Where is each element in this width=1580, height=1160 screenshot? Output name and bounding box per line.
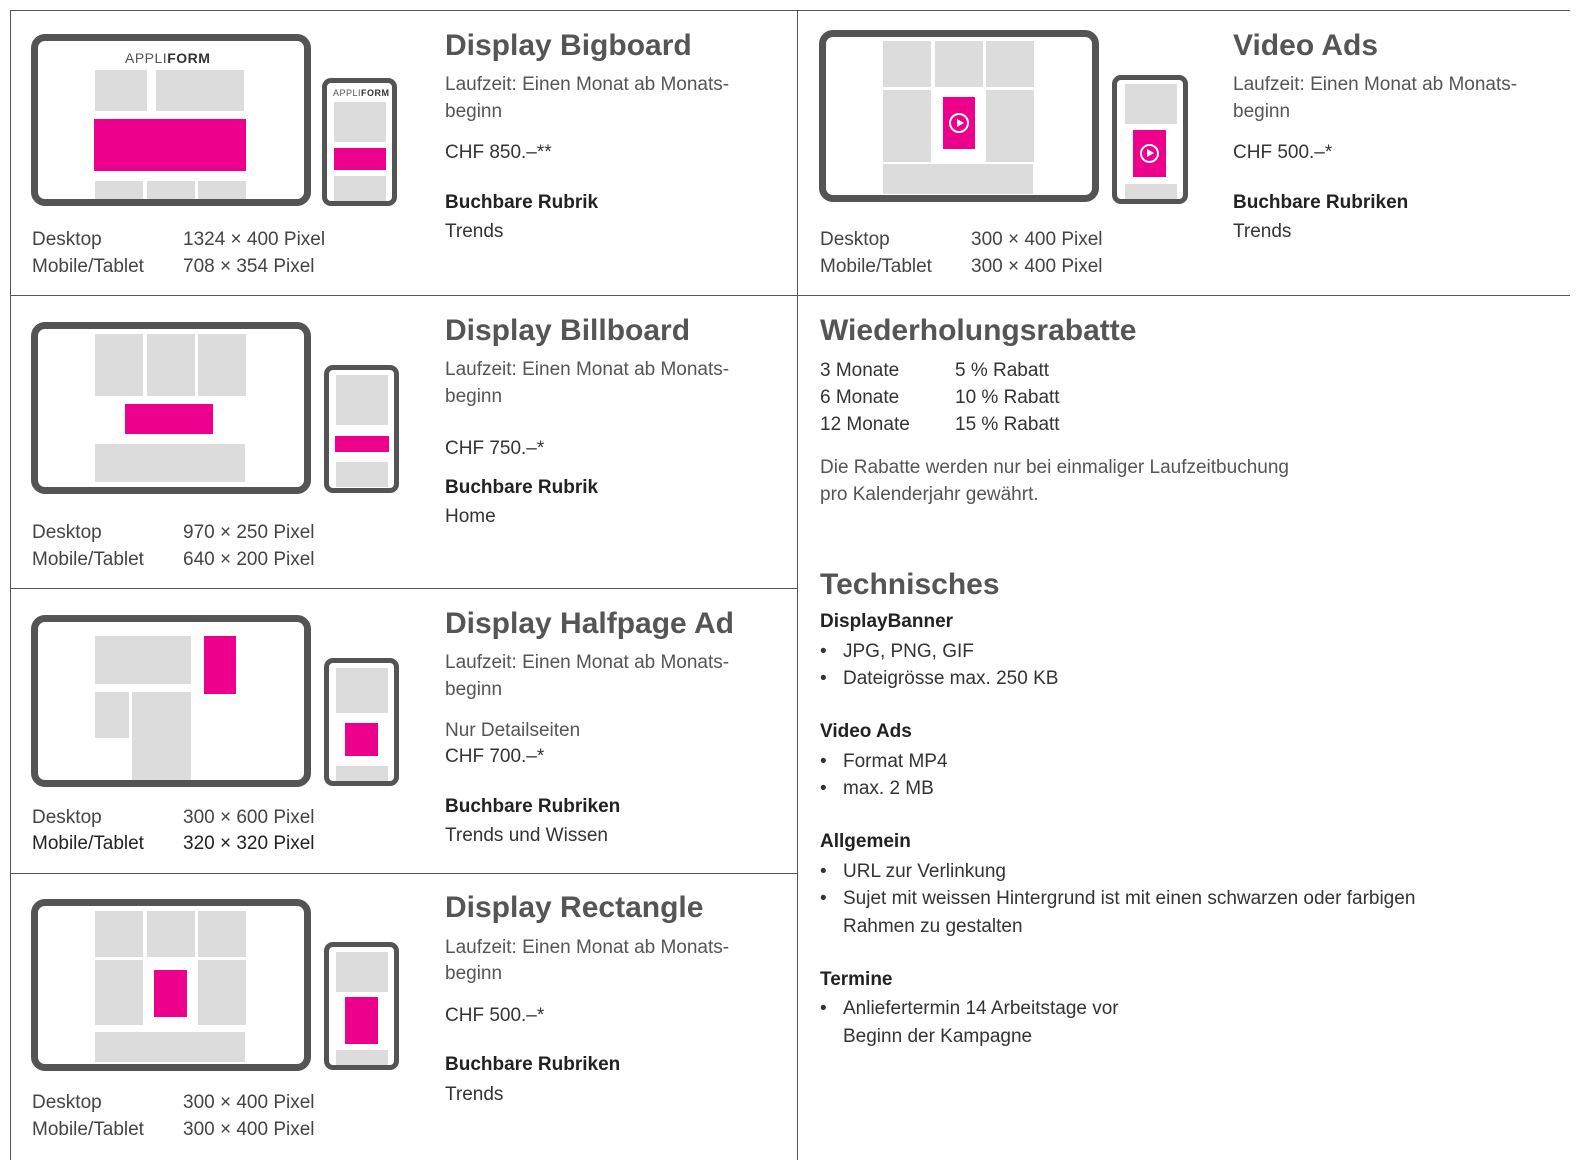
runtime-line-1: Laufzeit: Einen Monat ab Monats-	[445, 359, 730, 380]
mobile-label: Mobile/Tablet	[32, 833, 144, 854]
discounts-title: Wiederholungsrabatte	[820, 314, 1137, 347]
tech-heading-dates: Termine	[820, 969, 893, 990]
desktop-size: 1324 × 400 Pixel	[183, 229, 326, 250]
desktop-size: 300 × 400 Pixel	[971, 229, 1103, 250]
rubric-value: Trends	[445, 1084, 504, 1105]
play-icon	[949, 113, 969, 133]
mobile-label: Mobile/Tablet	[32, 549, 144, 570]
desktop-label: Desktop	[32, 807, 102, 828]
rubric-label: Buchbare Rubriken	[445, 1054, 621, 1075]
ad-title: Display Rectangle	[445, 891, 704, 924]
rubric-value: Trends	[445, 221, 504, 242]
mobile-mockup	[324, 942, 399, 1070]
runtime-line-2: beginn	[445, 963, 503, 984]
ad-placement	[204, 636, 236, 694]
ad-title: Display Billboard	[445, 314, 691, 347]
mobile-size: 320 × 320 Pixel	[183, 833, 315, 854]
price: CHF 500.–*	[1233, 142, 1333, 163]
discount-rate: 15 % Rabatt	[955, 414, 1060, 435]
discount-rate: 10 % Rabatt	[955, 387, 1060, 408]
ad-title: Video Ads	[1233, 29, 1379, 62]
divider-row-3	[10, 873, 798, 874]
ad-placement	[94, 119, 246, 171]
logo: APPLIFORM	[125, 50, 211, 66]
desktop-mockup: APPLIFORM	[31, 34, 311, 206]
discount-period: 6 Monate	[820, 387, 900, 408]
price: CHF 500.–*	[445, 1005, 545, 1026]
desktop-label: Desktop	[32, 229, 102, 250]
rubric-value: Home	[445, 506, 496, 527]
rubric-value: Trends und Wissen	[445, 825, 608, 846]
ad-placement	[154, 970, 187, 1017]
discount-note-1: Die Rabatte werden nur bei einmaliger La…	[820, 457, 1289, 478]
desktop-label: Desktop	[32, 522, 102, 543]
mobile-size: 300 × 400 Pixel	[971, 256, 1103, 277]
ad-placement-mobile	[335, 436, 389, 452]
mobile-mockup	[324, 365, 399, 493]
mobile-label: Mobile/Tablet	[820, 256, 932, 277]
tech-heading-displaybanner: DisplayBanner	[820, 611, 954, 632]
runtime-line-1: Laufzeit: Einen Monat ab Monats-	[1233, 74, 1518, 95]
ad-placement-mobile	[334, 148, 386, 170]
discount-period: 3 Monate	[820, 360, 900, 381]
mobile-size: 300 × 400 Pixel	[183, 1119, 315, 1140]
rubric-label: Buchbare Rubrik	[445, 192, 599, 213]
rubric-label: Buchbare Rubrik	[445, 477, 599, 498]
desktop-mockup	[31, 899, 311, 1071]
technical-title: Technisches	[820, 568, 1000, 601]
mobile-mockup	[324, 658, 399, 786]
play-icon-mobile	[1140, 144, 1159, 163]
desktop-size: 300 × 600 Pixel	[183, 807, 315, 828]
mobile-label: Mobile/Tablet	[32, 256, 144, 277]
price: CHF 850.–**	[445, 142, 552, 163]
price: CHF 750.–*	[445, 438, 545, 459]
note: Nur Detailseiten	[445, 720, 581, 741]
video-placement-mobile	[1133, 130, 1166, 177]
border-left	[10, 10, 11, 1160]
desktop-mockup	[31, 322, 311, 494]
ad-placement-mobile	[345, 723, 378, 756]
mobile-mockup: APPLIFORM	[322, 78, 397, 206]
discount-period: 12 Monate	[820, 414, 910, 435]
ad-placement-mobile	[345, 997, 378, 1044]
mobile-size: 708 × 354 Pixel	[183, 256, 315, 277]
desktop-size: 970 × 250 Pixel	[183, 522, 315, 543]
divider-row-2	[10, 588, 798, 589]
mobile-mockup	[1112, 75, 1188, 204]
runtime-line-2: beginn	[445, 386, 503, 407]
rubric-label: Buchbare Rubriken	[445, 796, 621, 817]
runtime-line-1: Laufzeit: Einen Monat ab Monats-	[445, 937, 730, 958]
desktop-mockup	[31, 615, 311, 787]
runtime-line-2: beginn	[445, 101, 503, 122]
discount-rate: 5 % Rabatt	[955, 360, 1049, 381]
runtime-line-1: Laufzeit: Einen Monat ab Monats-	[445, 652, 730, 673]
ad-placement	[125, 404, 213, 434]
desktop-size: 300 × 400 Pixel	[183, 1092, 315, 1113]
logo-small: APPLIFORM	[333, 88, 390, 98]
desktop-label: Desktop	[820, 229, 890, 250]
runtime-line-2: beginn	[1233, 101, 1291, 122]
ad-title: Display Halfpage Ad	[445, 607, 734, 640]
mobile-size: 640 × 200 Pixel	[183, 549, 315, 570]
border-top	[10, 10, 1570, 11]
rubric-value: Trends	[1233, 221, 1292, 242]
desktop-label: Desktop	[32, 1092, 102, 1113]
ad-title: Display Bigboard	[445, 29, 692, 62]
desktop-mockup	[819, 30, 1099, 202]
tech-heading-video: Video Ads	[820, 721, 912, 742]
runtime-line-2: beginn	[445, 679, 503, 700]
video-placement	[943, 97, 975, 149]
divider-vertical	[797, 10, 798, 1160]
price: CHF 700.–*	[445, 746, 545, 767]
rubric-label: Buchbare Rubriken	[1233, 192, 1409, 213]
mobile-label: Mobile/Tablet	[32, 1119, 144, 1140]
divider-row-1	[10, 295, 1570, 296]
discount-note-2: pro Kalenderjahr gewährt.	[820, 484, 1039, 505]
runtime-line-1: Laufzeit: Einen Monat ab Monats-	[445, 74, 730, 95]
tech-heading-general: Allgemein	[820, 831, 911, 852]
